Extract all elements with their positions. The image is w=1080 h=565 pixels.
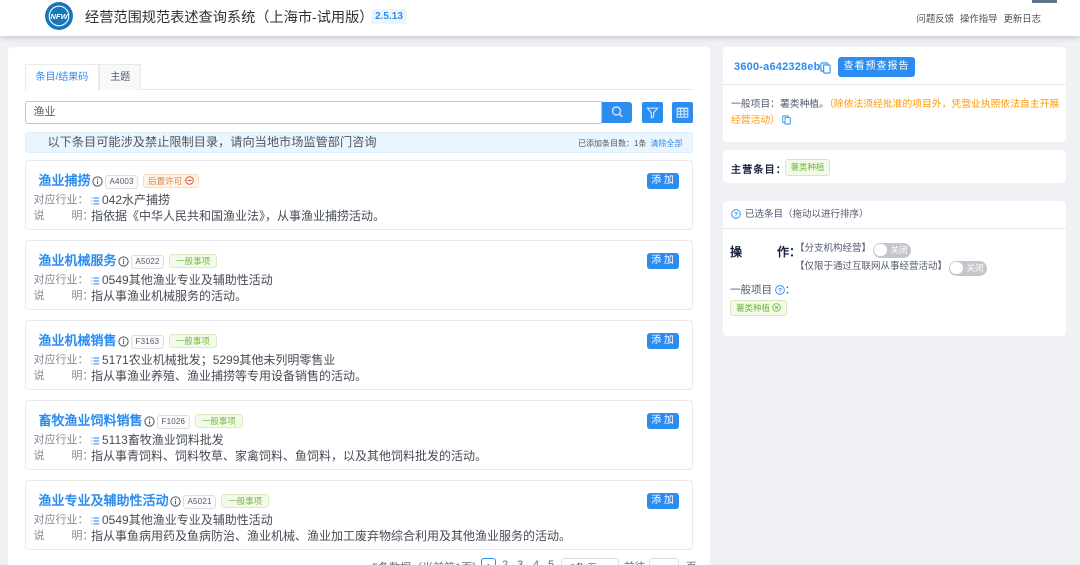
svg-text:?: ? [734,211,738,218]
svg-text:NFW: NFW [50,12,68,21]
svg-text:?: ? [778,287,782,294]
